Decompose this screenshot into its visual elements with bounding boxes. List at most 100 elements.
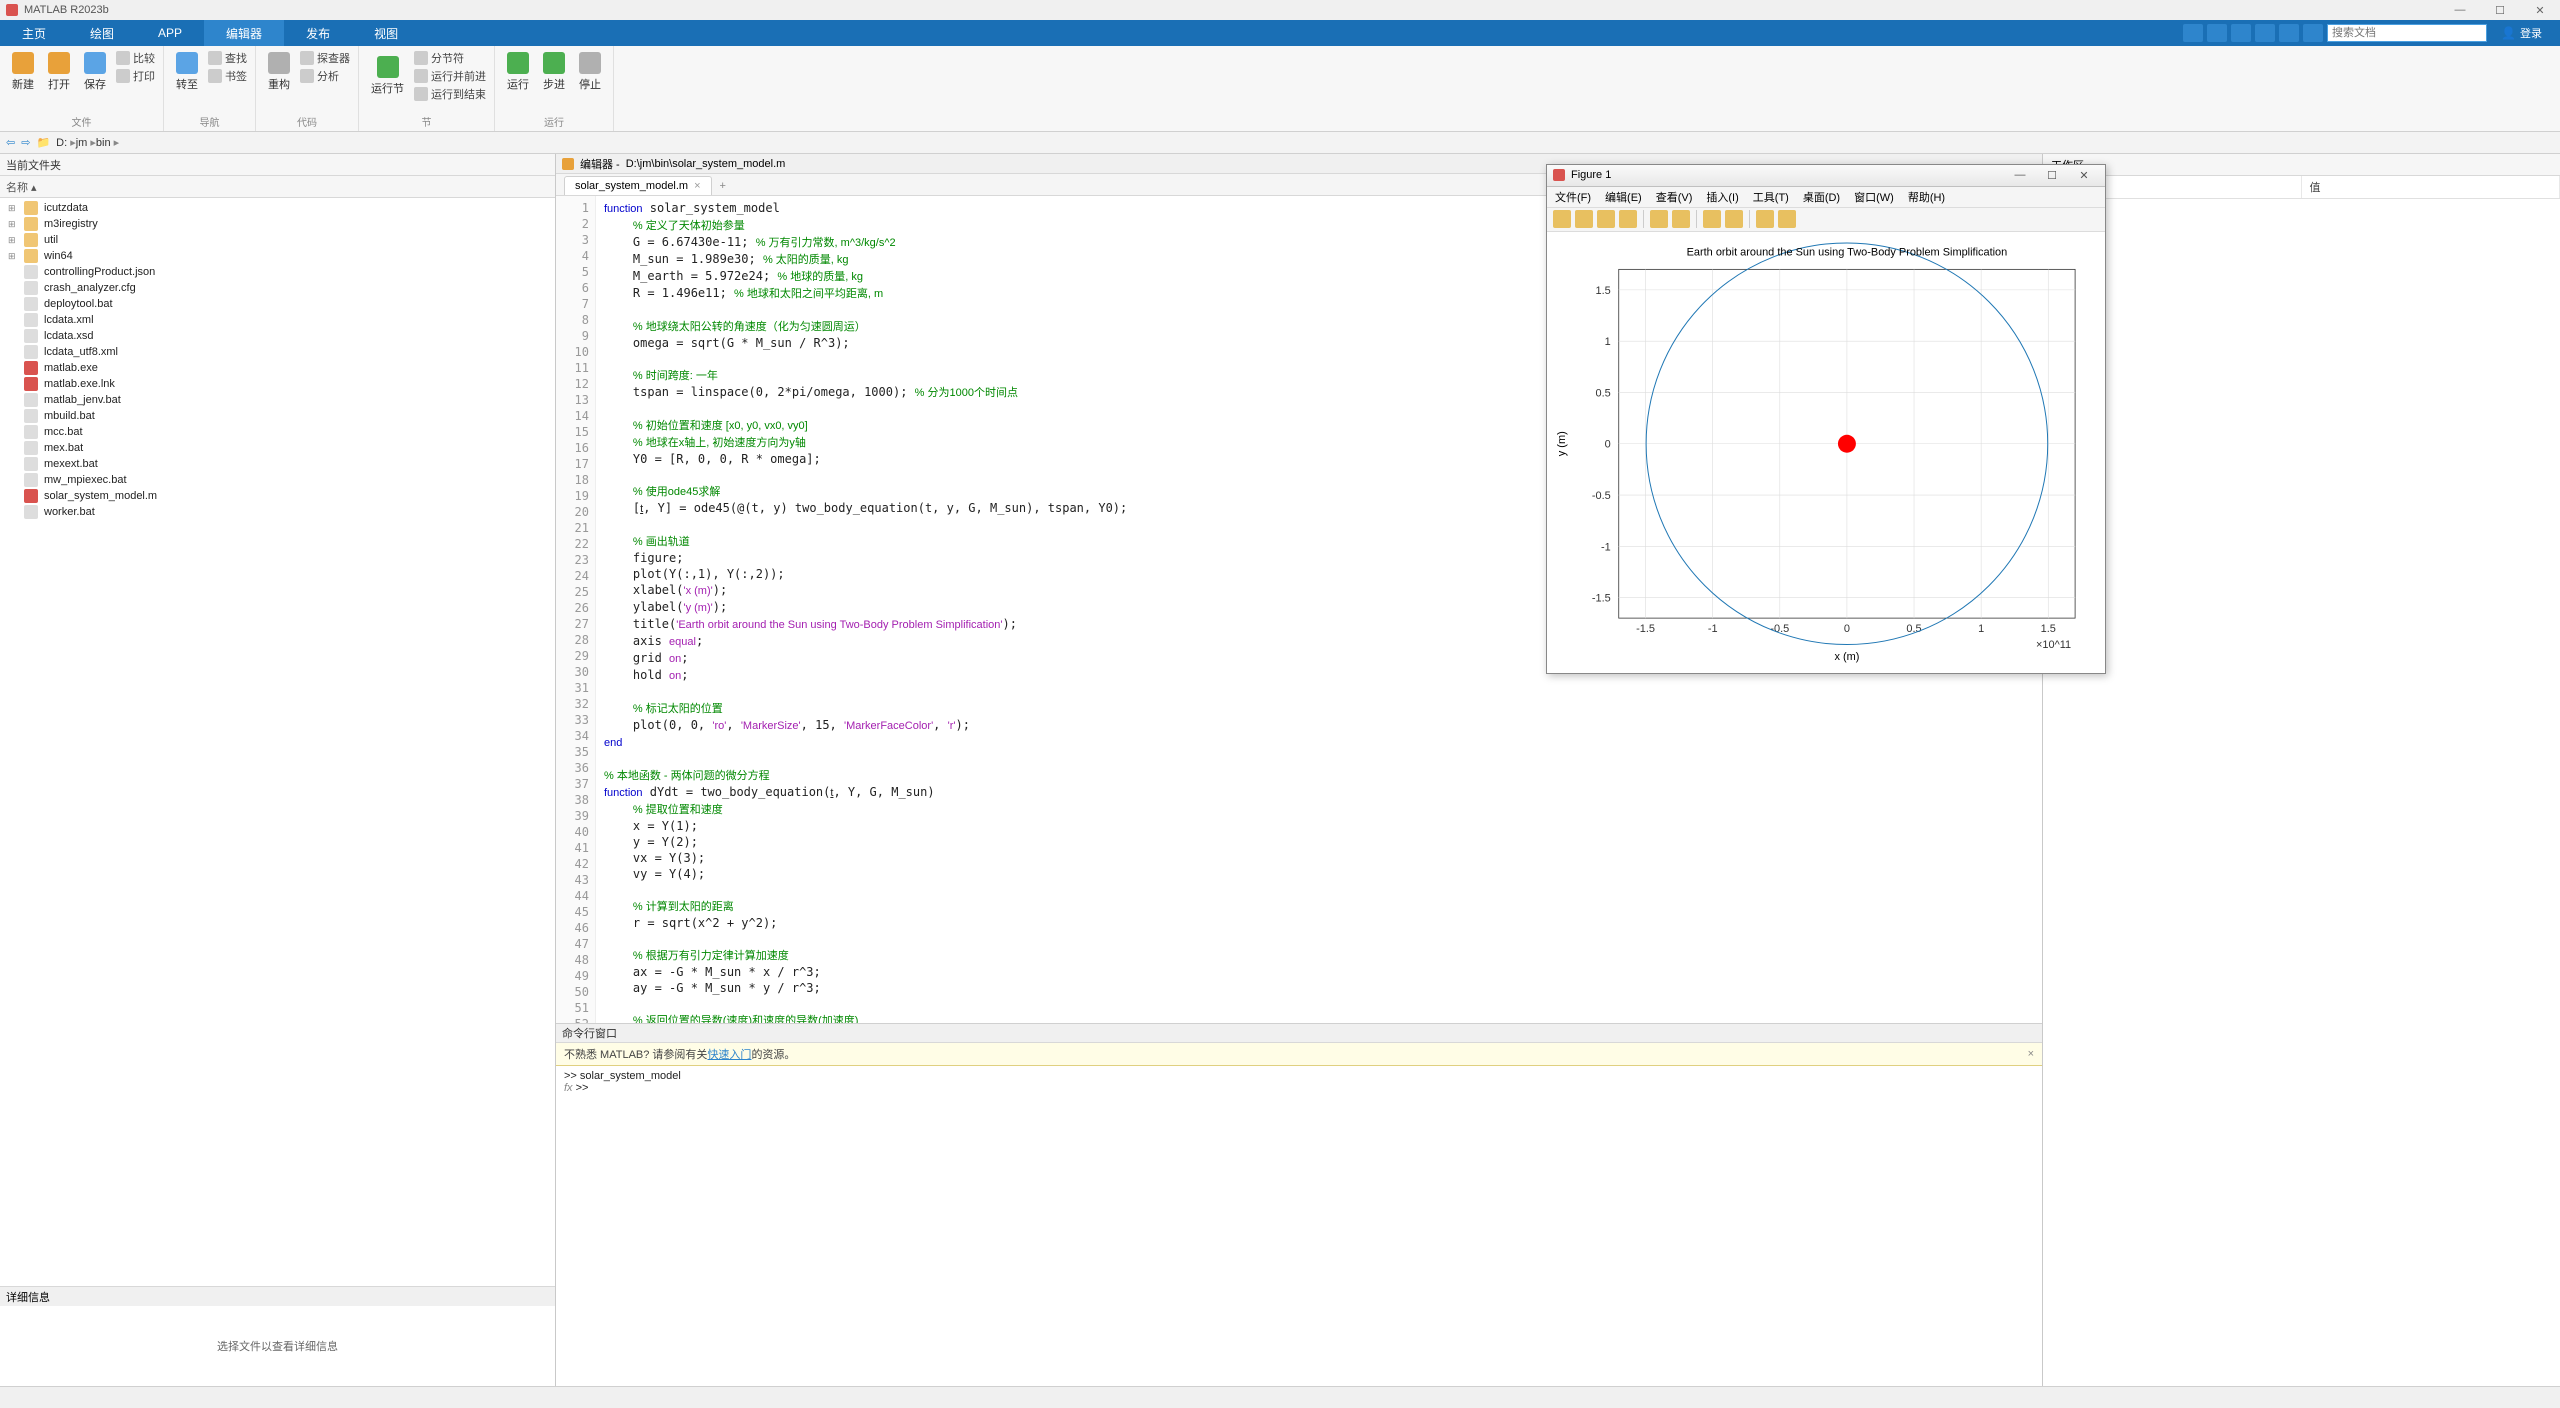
file-row[interactable]: worker.bat — [0, 504, 555, 520]
app-titlebar: MATLAB R2023b — ☐ ✕ — [0, 0, 2560, 20]
run-section-button[interactable]: 运行节 — [367, 50, 408, 102]
print-icon[interactable] — [1619, 210, 1637, 228]
file-row[interactable]: ⊞win64 — [0, 248, 555, 264]
file-row[interactable]: matlab.exe.lnk — [0, 376, 555, 392]
new-button[interactable]: 新建 — [8, 50, 38, 94]
link-icon[interactable] — [1672, 210, 1690, 228]
editor-tab-active[interactable]: solar_system_model.m× — [564, 176, 712, 195]
file-row[interactable]: mexext.bat — [0, 456, 555, 472]
file-row[interactable]: matlab_jenv.bat — [0, 392, 555, 408]
figure-menu-item[interactable]: 帮助(H) — [1908, 189, 1945, 205]
workspace-col-value[interactable]: 值 — [2302, 176, 2560, 198]
file-row[interactable]: matlab.exe — [0, 360, 555, 376]
path-segment[interactable]: jm — [76, 137, 96, 149]
fig-maximize-button[interactable]: ☐ — [2037, 169, 2067, 182]
figure-menu-item[interactable]: 文件(F) — [1555, 189, 1591, 205]
file-row[interactable]: mcc.bat — [0, 424, 555, 440]
editor-icon — [562, 158, 574, 170]
explorer-button[interactable]: 探查器 — [300, 50, 350, 66]
toolstrip-tab[interactable]: APP — [136, 20, 204, 46]
insert-legend-icon[interactable] — [1725, 210, 1743, 228]
file-row[interactable]: solar_system_model.m — [0, 488, 555, 504]
toolbar-icon[interactable] — [2183, 24, 2203, 42]
svg-text:-1.5: -1.5 — [1636, 623, 1655, 635]
insert-colorbar-icon[interactable] — [1703, 210, 1721, 228]
figure-menu-item[interactable]: 工具(T) — [1753, 189, 1789, 205]
file-row[interactable]: ⊞util — [0, 232, 555, 248]
chart-title: Earth orbit around the Sun using Two-Bod… — [1687, 246, 2008, 258]
folder-up-icon[interactable]: 📁 — [36, 136, 50, 149]
refactor-button[interactable]: 重构 — [264, 50, 294, 94]
help-icon[interactable] — [2303, 24, 2323, 42]
file-row[interactable]: lcdata.xsd — [0, 328, 555, 344]
current-folder-header: 当前文件夹 — [0, 154, 555, 176]
editor-title-path: D:\jm\bin\solar_system_model.m — [626, 158, 786, 170]
fx-icon[interactable]: fx — [564, 1082, 573, 1094]
figure-titlebar[interactable]: Figure 1 — ☐ ✕ — [1547, 165, 2105, 187]
edit-icon[interactable] — [1650, 210, 1668, 228]
figure-window[interactable]: Figure 1 — ☐ ✕ 文件(F) 编辑(E) 查看(V) 插入(I) 工具(T)… — [1546, 164, 2106, 674]
brush-icon[interactable] — [1778, 210, 1796, 228]
bookmark-button[interactable]: 书签 — [208, 68, 247, 84]
analyze-button[interactable]: 分析 — [300, 68, 350, 84]
path-segment[interactable]: bin — [96, 137, 119, 149]
file-row[interactable]: mbuild.bat — [0, 408, 555, 424]
print-button[interactable]: 打印 — [116, 68, 155, 84]
run-to-end-button[interactable]: 运行到结束 — [414, 86, 486, 102]
file-list[interactable]: ⊞icutzdata⊞m3iregistry⊞util⊞win64control… — [0, 198, 555, 1286]
stop-button[interactable]: 停止 — [575, 50, 605, 94]
new-figure-icon[interactable] — [1553, 210, 1571, 228]
file-row[interactable]: mw_mpiexec.bat — [0, 472, 555, 488]
figure-menu-item[interactable]: 桌面(D) — [1803, 189, 1840, 205]
figure-menu-item[interactable]: 编辑(E) — [1605, 189, 1642, 205]
toolstrip-tab[interactable]: 编辑器 — [204, 20, 284, 46]
toolbar-icon[interactable] — [2279, 24, 2299, 42]
compare-button[interactable]: 比较 — [116, 50, 155, 66]
fig-close-button[interactable]: ✕ — [2069, 169, 2099, 182]
toolstrip-tab[interactable]: 发布 — [284, 20, 352, 46]
close-icon[interactable]: × — [694, 180, 700, 192]
open-icon[interactable] — [1575, 210, 1593, 228]
file-row[interactable]: lcdata_utf8.xml — [0, 344, 555, 360]
new-tab-button[interactable]: + — [712, 177, 734, 195]
login-button[interactable]: 登录 — [2491, 25, 2552, 41]
command-window[interactable]: >> solar_system_model fx >> — [556, 1066, 2042, 1386]
section-break-button[interactable]: 分节符 — [414, 50, 486, 66]
step-button[interactable]: 步进 — [539, 50, 569, 94]
save-button[interactable]: 保存 — [80, 50, 110, 94]
goto-button[interactable]: 转至 — [172, 50, 202, 94]
figure-menu-item[interactable]: 窗口(W) — [1854, 189, 1894, 205]
toolbar-icon[interactable] — [2207, 24, 2227, 42]
toolstrip-tab[interactable]: 视图 — [352, 20, 420, 46]
close-button[interactable]: ✕ — [2520, 4, 2560, 17]
toolbar-icon[interactable] — [2255, 24, 2275, 42]
toolbar-icon[interactable] — [2231, 24, 2251, 42]
maximize-button[interactable]: ☐ — [2480, 4, 2520, 17]
quickstart-link[interactable]: 快速入门 — [707, 1046, 751, 1062]
file-row[interactable]: ⊞icutzdata — [0, 200, 555, 216]
file-row[interactable]: lcdata.xml — [0, 312, 555, 328]
file-row[interactable]: deploytool.bat — [0, 296, 555, 312]
toolstrip-tab[interactable]: 主页 — [0, 20, 68, 46]
toolstrip-tab[interactable]: 绘图 — [68, 20, 136, 46]
save-icon[interactable] — [1597, 210, 1615, 228]
minimize-button[interactable]: — — [2440, 4, 2480, 17]
file-row[interactable]: controllingProduct.json — [0, 264, 555, 280]
pointer-icon[interactable] — [1756, 210, 1774, 228]
path-segment[interactable]: D: — [56, 137, 76, 149]
open-button[interactable]: 打开 — [44, 50, 74, 94]
figure-menu-item[interactable]: 查看(V) — [1656, 189, 1693, 205]
nav-back-icon[interactable]: ⇦ — [6, 136, 15, 149]
search-input[interactable] — [2327, 24, 2487, 42]
file-row[interactable]: mex.bat — [0, 440, 555, 456]
nav-fwd-icon[interactable]: ⇨ — [21, 136, 30, 149]
name-column-header[interactable]: 名称 ▴ — [6, 179, 37, 195]
file-row[interactable]: ⊞m3iregistry — [0, 216, 555, 232]
file-row[interactable]: crash_analyzer.cfg — [0, 280, 555, 296]
figure-menu-item[interactable]: 插入(I) — [1706, 189, 1738, 205]
find-button[interactable]: 查找 — [208, 50, 247, 66]
banner-close-icon[interactable]: × — [2028, 1048, 2034, 1060]
run-button[interactable]: 运行 — [503, 50, 533, 94]
run-advance-button[interactable]: 运行并前进 — [414, 68, 486, 84]
fig-minimize-button[interactable]: — — [2005, 169, 2035, 182]
